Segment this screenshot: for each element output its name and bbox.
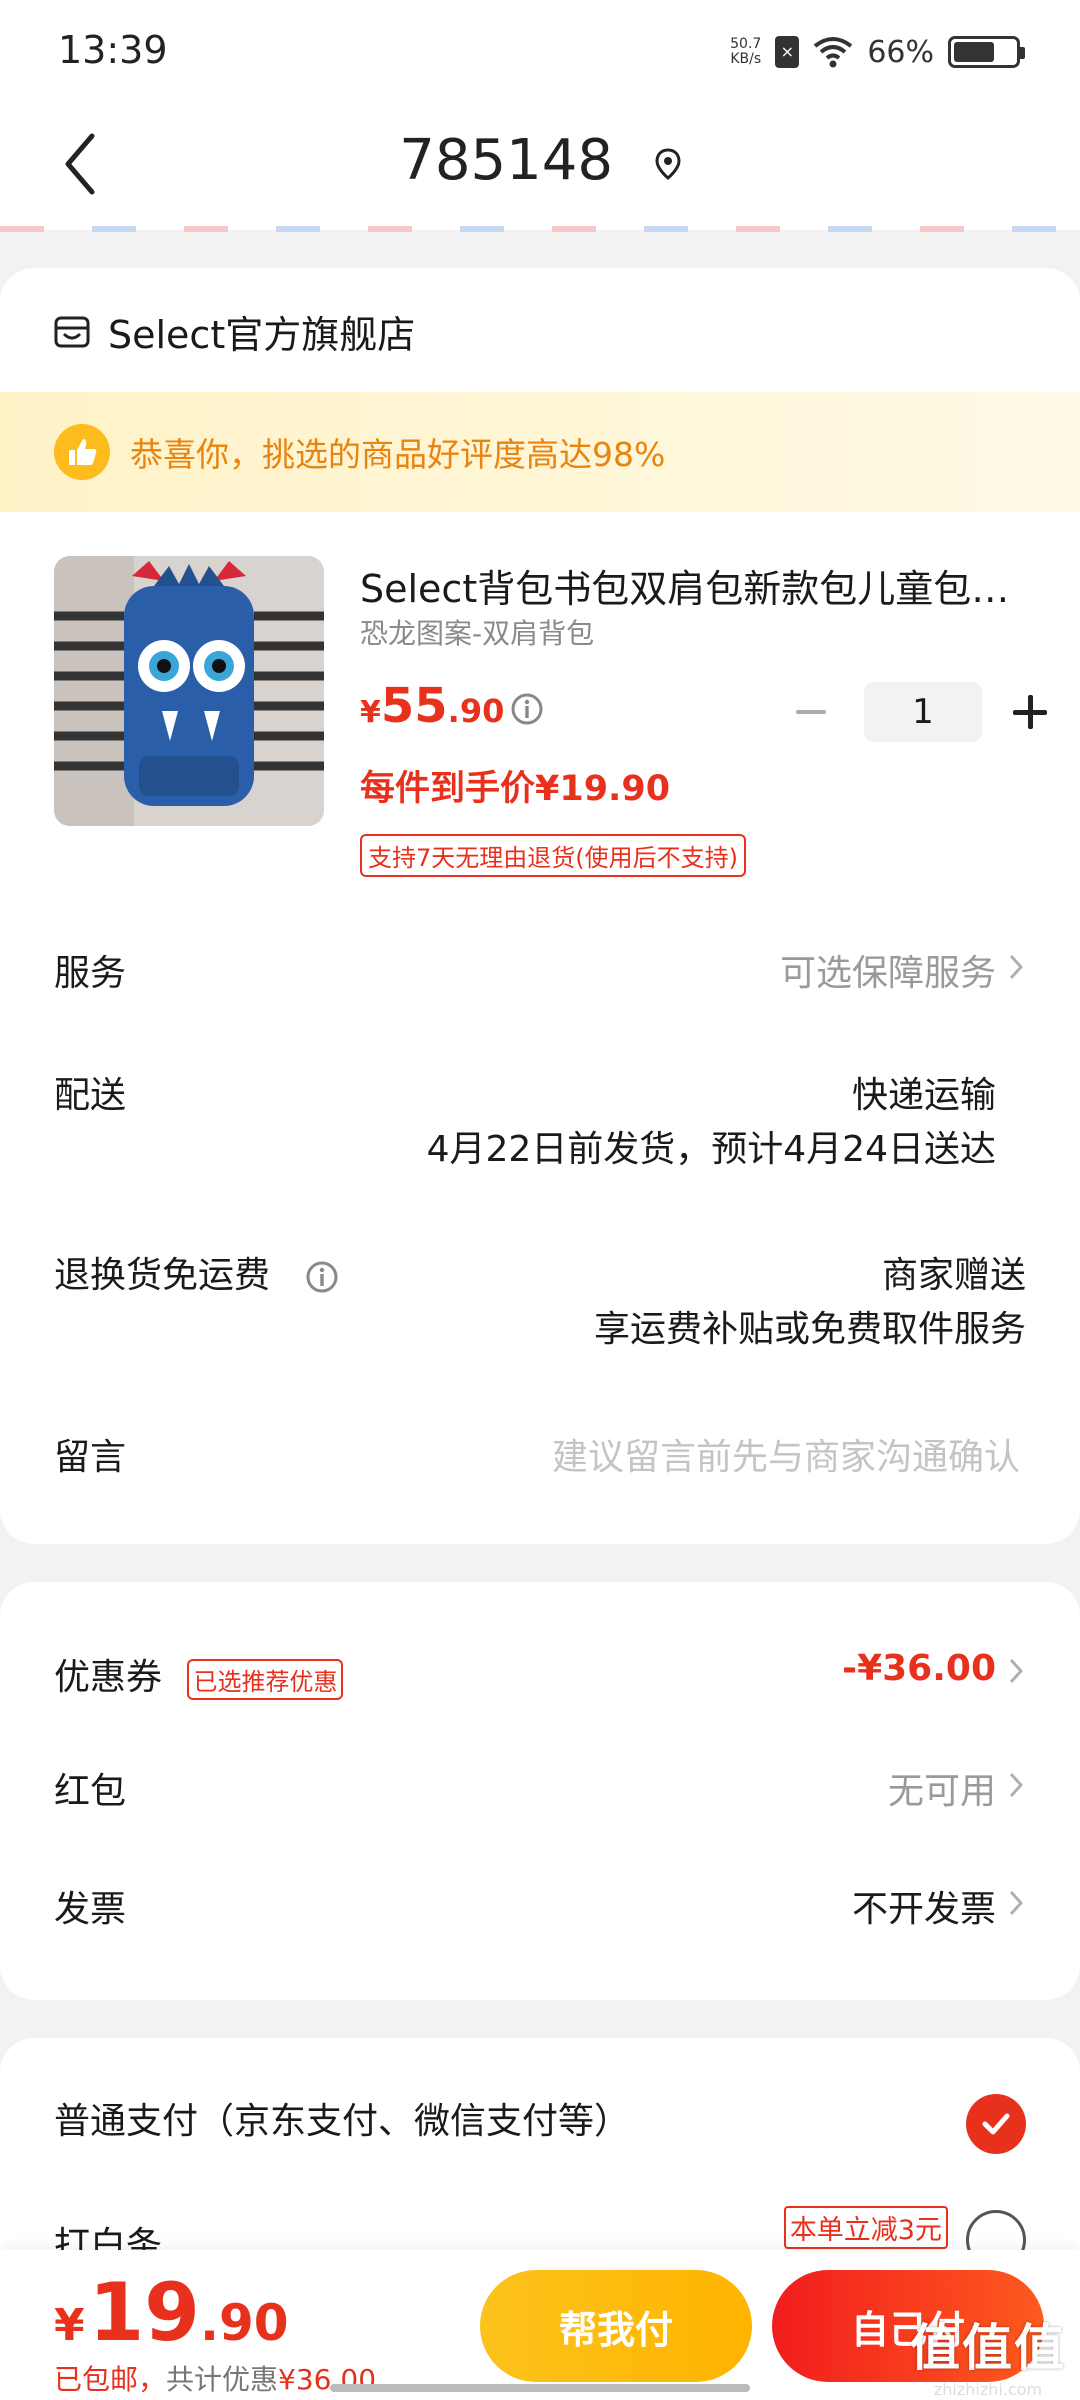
net-speed: 50.7 KB/s [730,37,761,67]
address-title: 785148 [399,128,613,193]
total-currency: ¥ [54,2300,85,2351]
coupon-recommended-tag: 已选推荐优惠 [187,1658,344,1700]
order-card: Select官方旗舰店 恭喜你，挑选的商品好评度高达98% Select背包书包… [0,268,1080,1544]
increase-quantity-button[interactable] [1010,692,1050,732]
free-shipping-text: 已包邮， [54,2363,167,2396]
discount-card: 优惠券 已选推荐优惠 -¥36.00 红包 无可用 发票 不开发票 [0,1582,1080,2000]
net-speed-value: 50.7 [730,36,762,52]
chevron-right-icon [1009,954,1024,980]
price-decimal: .90 [447,692,505,730]
delivery-estimate: 4月22日前发货，预计4月24日送达 [426,1129,996,1170]
redpacket-label: 红包 [54,1771,127,1812]
service-label: 服务 [54,953,127,994]
shop-name: Select官方旗舰店 [108,313,416,357]
shop-row[interactable]: Select官方旗舰店 [52,304,415,359]
help-pay-button[interactable]: 帮我付 [480,2270,752,2382]
product-variant: 恐龙图案-双肩背包 [360,617,595,650]
sim-off-icon: × [775,36,800,68]
normal-payment-row[interactable]: 普通支付（京东支付、微信支付等） [54,2092,1026,2152]
net-speed-unit: KB/s [730,51,762,67]
saved-prefix: 共计优惠 [166,2363,279,2396]
normal-payment-label: 普通支付（京东支付、微信支付等） [54,2101,631,2142]
return-info-icon[interactable] [305,1260,339,1294]
total-price: ¥ 19 .90 [54,2266,289,2359]
service-row[interactable]: 服务 可选保障服务 [54,944,1026,1004]
message-input[interactable]: 建议留言前先与商家沟通确认 [552,1428,1020,1480]
free-return-value: 商家赠送 [881,1255,1026,1296]
service-value: 可选保障服务 [779,953,996,994]
decrease-quantity-button[interactable] [790,692,830,732]
coupon-label: 优惠券 已选推荐优惠 [54,1648,344,1700]
quantity-value[interactable]: 1 [864,682,982,742]
free-return-row: 退换货免运费 商家赠送 享运费补贴或免费取件服务 [54,1246,1026,1356]
redpacket-row[interactable]: 红包 无可用 [54,1762,1026,1822]
battery-icon [948,36,1025,68]
watermark-text: 值值值 [910,2319,1066,2377]
message-label: 留言 [54,1437,127,1478]
coupon-row[interactable]: 优惠券 已选推荐优惠 -¥36.00 [54,1648,1026,1708]
nav-bar: 785148 [0,100,1080,230]
praise-text: 恭喜你，挑选的商品好评度高达98% [130,435,666,474]
address-stripe [0,226,1080,232]
watermark-logo: 值值值 zhizhizhi.com [910,2308,1066,2399]
coupon-label-text: 优惠券 [54,1657,163,1698]
free-return-label-text: 退换货免运费 [54,1255,271,1296]
nav-title-wrap[interactable]: 785148 [0,128,1080,193]
total-summary: 已包邮，共计优惠¥36.00 [54,2358,376,2398]
status-icons: 50.7 KB/s × 66% [730,30,1025,74]
return-policy-tag: 支持7天无理由退货(使用后不支持) [360,834,746,877]
product-title[interactable]: Select背包书包双肩包新款包儿童包书包小学生幼儿园 [360,558,1020,613]
battery-fill [954,42,994,62]
chevron-right-icon [1009,1772,1024,1798]
free-return-label: 退换货免运费 [54,1246,339,1298]
checkmark-icon [982,2113,1010,2135]
location-pin-icon [655,148,681,180]
free-return-detail: 享运费补贴或免费取件服务 [593,1309,1026,1350]
baitiao-discount-tag: 本单立减3元 [783,2206,948,2249]
quantity-stepper: 1 [790,682,1050,742]
product-price: ¥ 55 .90 [360,678,504,734]
message-row[interactable]: 留言 建议留言前先与商家沟通确认 [54,1428,1026,1488]
delivery-row: 配送 快递运输 4月22日前发货，预计4月24日送达 [54,1066,1026,1176]
battery-percent: 66% [867,34,934,70]
home-indicator[interactable] [330,2384,750,2392]
status-time: 13:39 [58,28,168,72]
shop-icon [54,316,90,347]
delivery-method: 快递运输 [851,1075,996,1116]
normal-payment-radio[interactable] [966,2094,1026,2154]
invoice-value: 不开发票 [851,1889,996,1930]
chevron-right-icon [1009,1658,1024,1684]
delivery-label: 配送 [54,1075,127,1116]
wifi-icon [814,37,853,68]
chevron-right-icon [1009,1890,1024,1916]
price-info-icon[interactable] [510,692,544,726]
praise-notice: 恭喜你，挑选的商品好评度高达98% [0,392,1080,512]
coupon-value: -¥36.00 [842,1648,996,1689]
watermark-url: zhizhizhi.com [933,2380,1043,2399]
each-final-price: 每件到手价¥19.90 [360,769,671,809]
invoice-row[interactable]: 发票 不开发票 [54,1880,1026,1940]
total-decimal: .90 [199,2294,289,2352]
status-bar: 13:39 50.7 KB/s × 66% [0,0,1080,100]
product-image[interactable] [54,556,324,826]
price-integer: 55 [380,678,448,734]
invoice-label: 发票 [54,1889,127,1930]
redpacket-value: 无可用 [887,1771,996,1812]
thumbs-up-icon [54,424,110,480]
price-currency: ¥ [360,695,381,730]
total-integer: 19 [88,2266,200,2359]
